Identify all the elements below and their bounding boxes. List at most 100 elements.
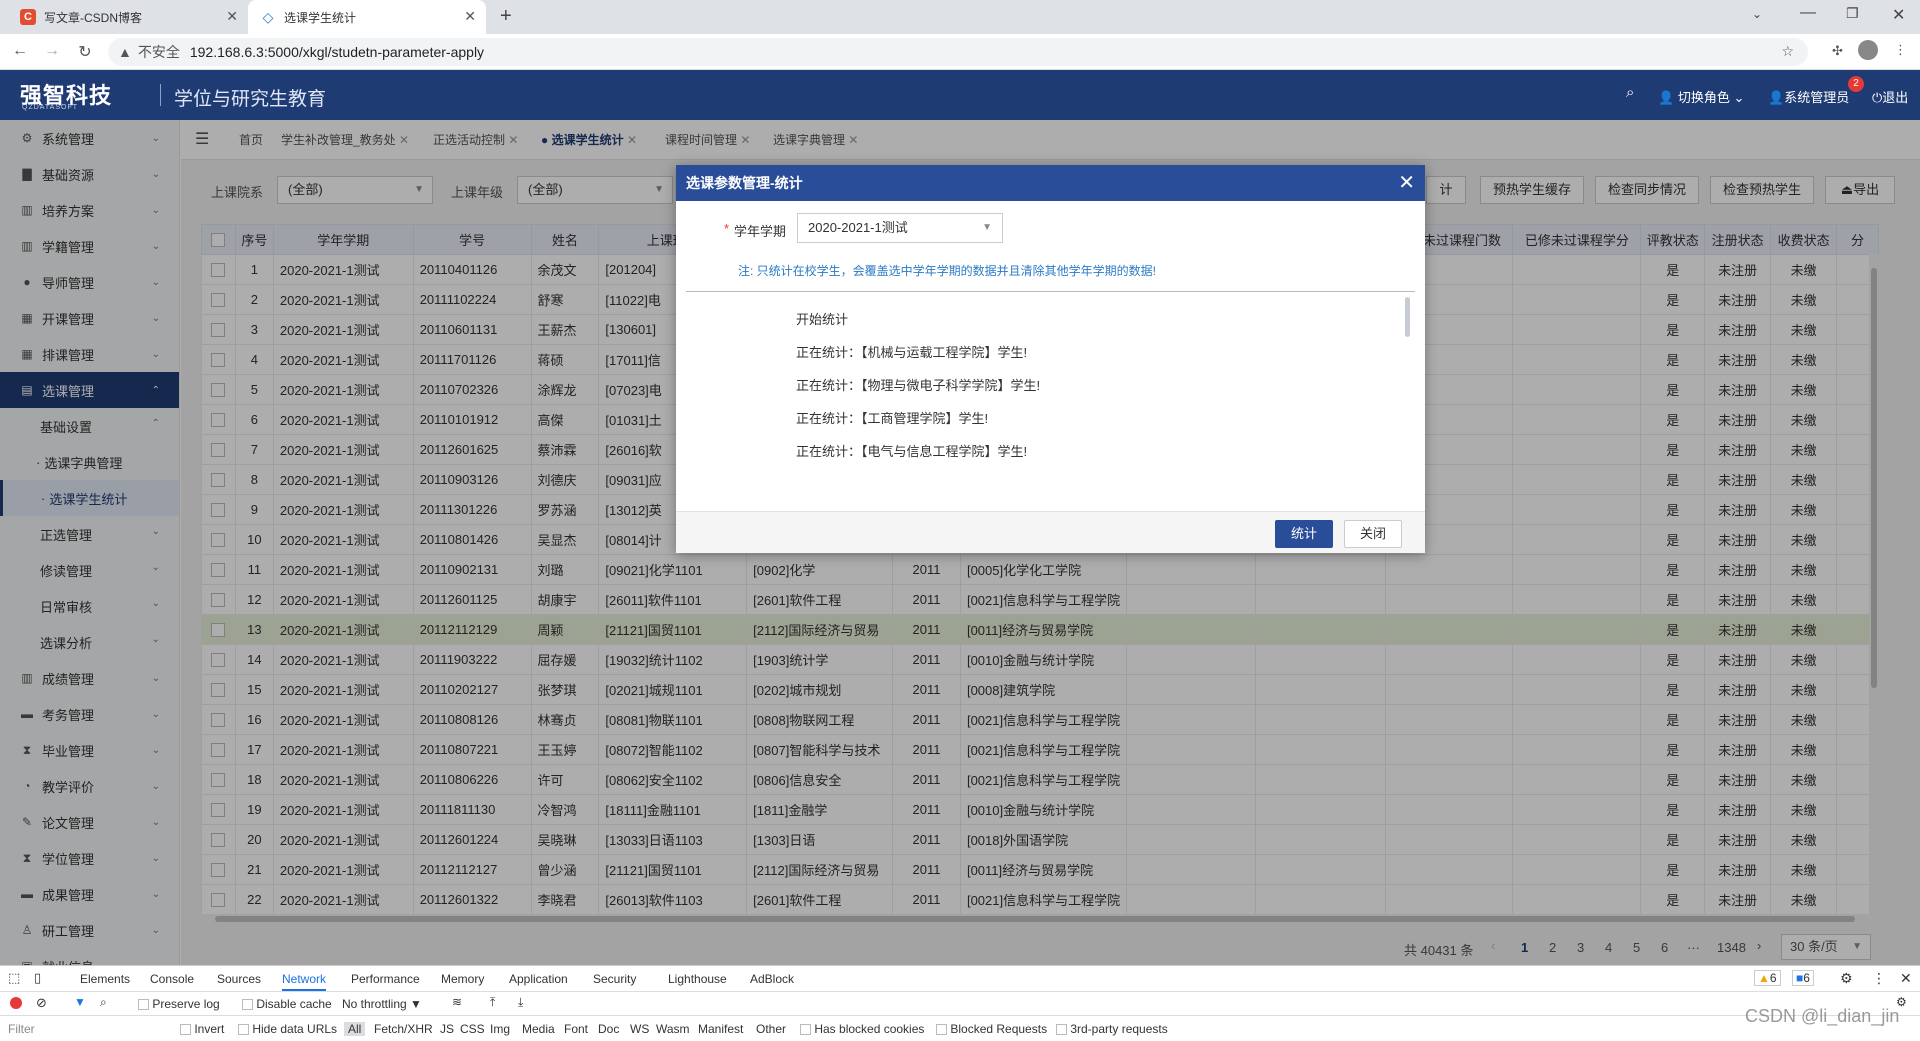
term-select[interactable]: 2020-2021-1测试 ▼ xyxy=(797,213,1003,243)
system-title: 学位与研究生教育 xyxy=(174,89,327,110)
star-icon[interactable]: ☆ xyxy=(1781,43,1794,60)
network-filter-row: Filter Invert Hide data URLs All Fetch/X… xyxy=(0,1016,1920,1041)
tab-elements[interactable]: Elements xyxy=(80,972,130,986)
checkbox[interactable] xyxy=(238,1024,249,1036)
csdn-icon: C xyxy=(20,9,36,25)
menu-icon[interactable]: ⋮ xyxy=(1894,42,1907,58)
type-img[interactable]: Img xyxy=(490,1022,510,1036)
tab-memory[interactable]: Memory xyxy=(441,972,484,986)
type-js[interactable]: JS xyxy=(440,1022,454,1036)
clear-icon[interactable]: ⊘ xyxy=(36,995,47,1011)
type-fetch[interactable]: Fetch/XHR xyxy=(374,1022,433,1036)
messages-badge[interactable]: ■6 xyxy=(1792,970,1814,986)
back-icon[interactable]: ← xyxy=(10,42,30,60)
wifi-icon[interactable]: ≋ xyxy=(452,995,462,1009)
tab-security[interactable]: Security xyxy=(593,972,636,986)
forward-icon[interactable]: → xyxy=(42,42,62,60)
browser-tab-active[interactable]: ◇ 选课学生统计 ✕ xyxy=(248,0,486,34)
reload-icon[interactable]: ↻ xyxy=(75,42,95,62)
minimize-icon[interactable]: — xyxy=(1800,4,1816,22)
new-tab-button[interactable]: + xyxy=(500,5,512,28)
window-close-icon[interactable]: ✕ xyxy=(1892,5,1905,25)
throttling-value: No throttling xyxy=(342,997,407,1011)
checkbox[interactable] xyxy=(180,1024,191,1036)
maximize-icon[interactable]: ❐ xyxy=(1846,5,1859,22)
filter-input[interactable]: Filter xyxy=(8,1022,35,1036)
type-css[interactable]: CSS xyxy=(460,1022,485,1036)
switch-role-button[interactable]: 👤 切换角色 ⌄ xyxy=(1658,87,1744,106)
checkbox[interactable] xyxy=(936,1024,947,1036)
inspect-icon[interactable]: ⬚ xyxy=(8,970,20,986)
logo-subtext: QZDATASOFT xyxy=(22,104,79,111)
log-area: 开始统计 正在统计：【机械与运载工程学院】学生! 正在统计：【物理与微电子科学学… xyxy=(676,293,1425,509)
checkbox[interactable] xyxy=(138,999,149,1011)
throttling-select[interactable]: No throttling ▼ xyxy=(342,997,422,1011)
blocked-cookies-checkbox[interactable]: Has blocked cookies xyxy=(800,1022,924,1036)
stat-button[interactable]: 统计 xyxy=(1275,520,1333,548)
hide-data-urls-label: Hide data URLs xyxy=(252,1022,338,1036)
tab-application[interactable]: Application xyxy=(509,972,568,986)
filter-icon[interactable]: ▼ xyxy=(74,995,86,1009)
more-icon[interactable]: ⋮ xyxy=(1872,970,1886,987)
tab-network[interactable]: Network xyxy=(282,972,327,991)
type-font[interactable]: Font xyxy=(564,1022,588,1036)
diamond-icon: ◇ xyxy=(262,8,274,25)
third-party-label: 3rd-party requests xyxy=(1070,1022,1168,1036)
upload-icon[interactable]: ⤒ xyxy=(490,995,495,1010)
switch-role-label: 切换角色 xyxy=(1677,90,1730,105)
dialog-footer: 统计 关闭 xyxy=(676,511,1425,553)
hide-data-urls-checkbox[interactable]: Hide data URLs xyxy=(238,1022,337,1036)
search-icon[interactable]: ⌕ xyxy=(100,995,107,1010)
extensions-icon[interactable]: ✣ xyxy=(1832,43,1843,59)
invert-checkbox[interactable]: Invert xyxy=(180,1022,224,1036)
checkbox[interactable] xyxy=(800,1024,811,1036)
browser-tab-title: 选课学生统计 xyxy=(284,10,357,25)
tab-lighthouse[interactable]: Lighthouse xyxy=(668,972,727,986)
type-ws[interactable]: WS xyxy=(630,1022,649,1036)
warnings-badge[interactable]: ▲6 xyxy=(1754,970,1781,986)
close-button[interactable]: 关闭 xyxy=(1344,520,1402,548)
browser-tab-csdn[interactable]: C 写文章-CSDN博客 ✕ xyxy=(8,0,248,34)
checkbox[interactable] xyxy=(1056,1024,1067,1036)
type-other[interactable]: Other xyxy=(756,1022,786,1036)
blocked-requests-checkbox[interactable]: Blocked Requests xyxy=(936,1022,1047,1036)
profile-icon[interactable] xyxy=(1858,40,1878,60)
tab-adblock[interactable]: AdBlock xyxy=(750,972,794,986)
type-all[interactable]: All xyxy=(344,1022,366,1036)
user-menu[interactable]: 👤系统管理员 xyxy=(1768,87,1849,106)
close-icon[interactable]: ✕ xyxy=(464,8,476,25)
log-scrollbar[interactable] xyxy=(1405,297,1410,337)
log-line: 开始统计 xyxy=(796,312,849,327)
dialog-title: 选课参数管理-统计 xyxy=(686,175,803,191)
close-icon[interactable]: ✕ xyxy=(1900,970,1912,987)
chevron-down-icon[interactable]: ⌄ xyxy=(1752,7,1762,21)
network-toolbar: ⊘ ▼ ⌕ Preserve log Disable cache No thro… xyxy=(0,992,1920,1016)
disable-cache-checkbox[interactable]: Disable cache xyxy=(242,997,332,1011)
warning-icon: ▲ xyxy=(118,44,132,60)
notification-badge: 2 xyxy=(1848,76,1864,92)
logout-button[interactable]: ⏻退出 xyxy=(1872,87,1908,106)
settings-icon[interactable]: ⚙ xyxy=(1840,970,1853,987)
type-doc[interactable]: Doc xyxy=(598,1022,619,1036)
record-icon[interactable] xyxy=(10,997,22,1009)
download-icon[interactable]: ⤓ xyxy=(518,995,523,1010)
divider xyxy=(686,291,1415,292)
type-wasm[interactable]: Wasm xyxy=(656,1022,690,1036)
url-field[interactable]: ▲ 不安全 192.168.6.3:5000/xkgl/studetn-para… xyxy=(108,38,1808,66)
search-icon[interactable]: ⌕ xyxy=(1626,84,1634,101)
tab-sources[interactable]: Sources xyxy=(217,972,261,986)
checkbox[interactable] xyxy=(242,999,253,1011)
close-icon[interactable]: ✕ xyxy=(1398,171,1415,195)
close-icon[interactable]: ✕ xyxy=(226,8,238,25)
preserve-log-checkbox[interactable]: Preserve log xyxy=(138,997,220,1011)
type-manifest[interactable]: Manifest xyxy=(698,1022,743,1036)
disable-cache-label: Disable cache xyxy=(256,997,332,1011)
log-line: 正在统计：【电气与信息工程学院】学生! xyxy=(796,444,1028,459)
third-party-checkbox[interactable]: 3rd-party requests xyxy=(1056,1022,1168,1036)
dialog-note: 注: 只统计在校学生，会覆盖选中学年学期的数据并且清除其他学年学期的数据! xyxy=(738,264,1157,278)
tab-performance[interactable]: Performance xyxy=(351,972,420,986)
type-media[interactable]: Media xyxy=(522,1022,555,1036)
device-icon[interactable]: ▯ xyxy=(34,970,41,986)
tab-console[interactable]: Console xyxy=(150,972,194,986)
user-name: 系统管理员 xyxy=(1784,90,1850,105)
